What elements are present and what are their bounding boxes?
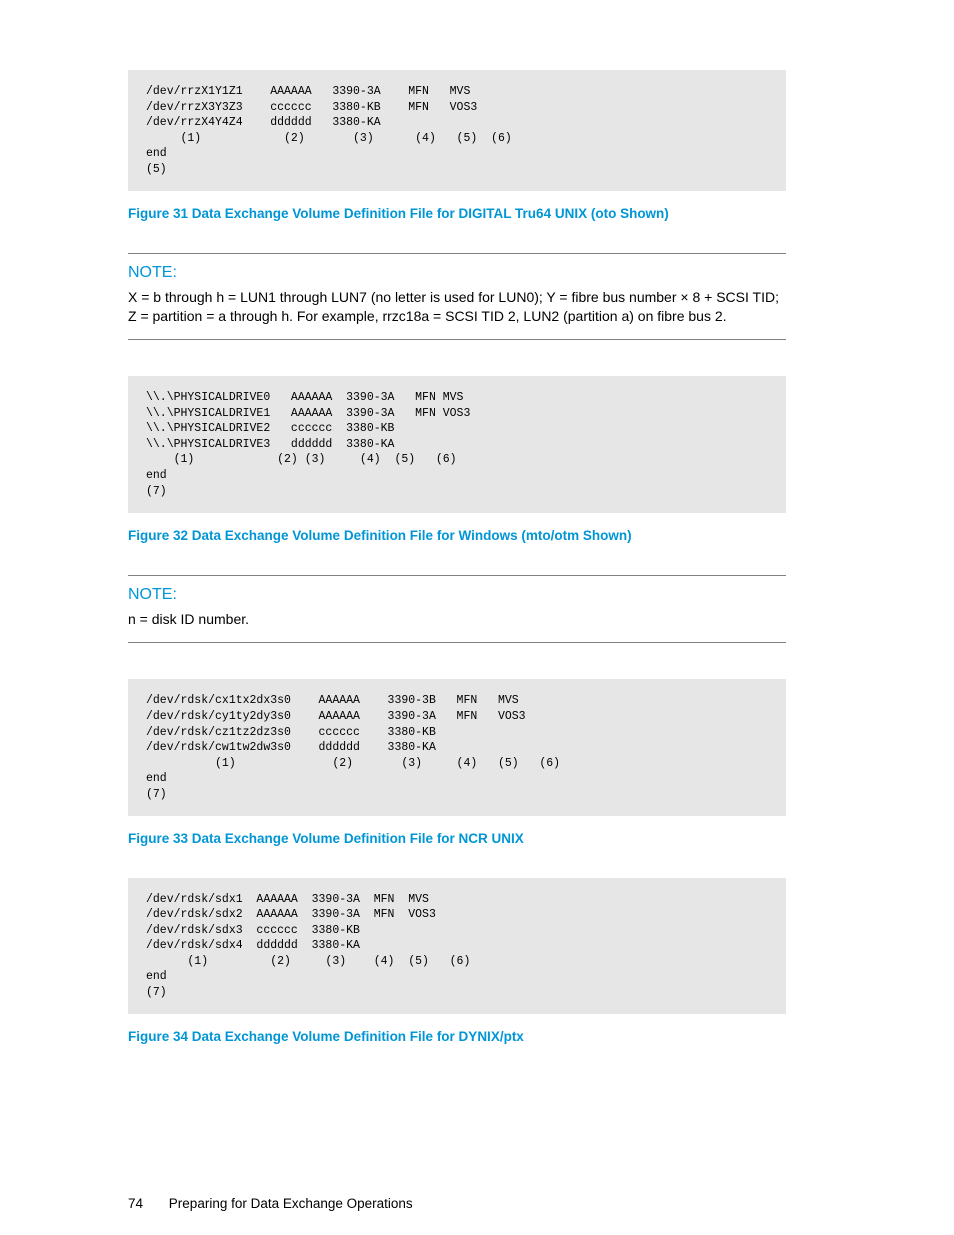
page-number: 74: [128, 1196, 143, 1211]
code-block-1: /dev/rrzX1Y1Z1 AAAAAA 3390-3A MFN MVS /d…: [128, 70, 786, 191]
note-block-2: NOTE: n = disk ID number.: [128, 575, 786, 644]
note-block-1: NOTE: X = b through h = LUN1 through LUN…: [128, 253, 786, 341]
code-block-3: /dev/rdsk/cx1tx2dx3s0 AAAAAA 3390-3B MFN…: [128, 679, 786, 816]
note-label: NOTE:: [128, 264, 786, 282]
figure-34-caption: Figure 34 Data Exchange Volume Definitio…: [128, 1028, 786, 1046]
page-footer: 74 Preparing for Data Exchange Operation…: [128, 1196, 413, 1211]
figure-33-caption: Figure 33 Data Exchange Volume Definitio…: [128, 830, 786, 848]
note-body: X = b through h = LUN1 through LUN7 (no …: [128, 288, 786, 326]
note-body: n = disk ID number.: [128, 610, 786, 629]
figure-32-caption: Figure 32 Data Exchange Volume Definitio…: [128, 527, 786, 545]
note-label: NOTE:: [128, 586, 786, 604]
footer-title: Preparing for Data Exchange Operations: [169, 1196, 413, 1211]
code-block-2: \\.\PHYSICALDRIVE0 AAAAAA 3390-3A MFN MV…: [128, 376, 786, 513]
code-block-4: /dev/rdsk/sdx1 AAAAAA 3390-3A MFN MVS /d…: [128, 878, 786, 1015]
figure-31-caption: Figure 31 Data Exchange Volume Definitio…: [128, 205, 786, 223]
